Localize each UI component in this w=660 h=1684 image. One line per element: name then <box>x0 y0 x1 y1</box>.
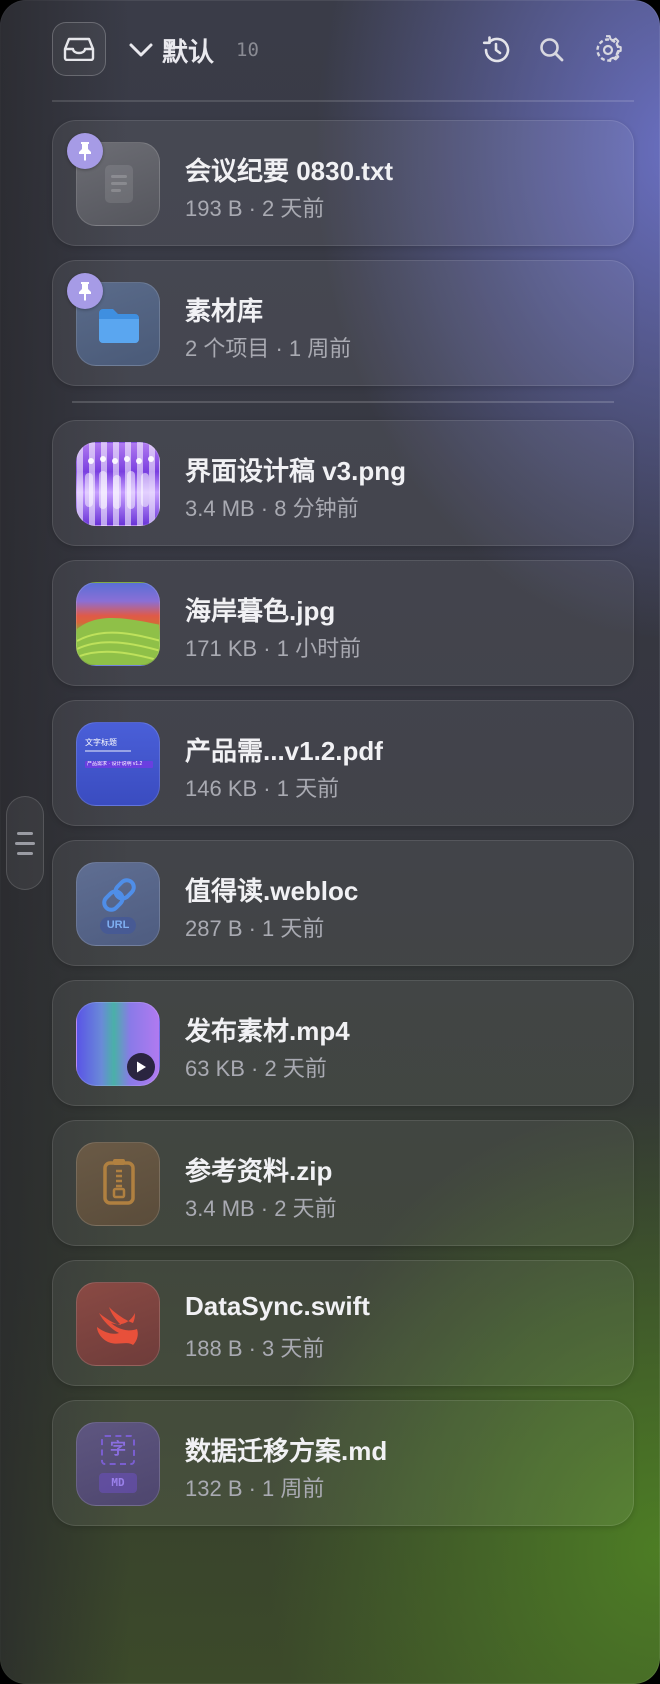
pinned-divider <box>72 401 614 403</box>
pin-icon <box>67 133 103 169</box>
link-icon: URL <box>76 862 160 946</box>
history-icon <box>482 36 510 63</box>
group-name: 默认 <box>162 36 215 67</box>
header-divider <box>52 100 634 102</box>
list-item[interactable]: 字 MD 数据迁移方案.md 132 B · 1 周前 <box>52 1400 634 1526</box>
settings-button[interactable] <box>590 32 626 68</box>
pdf-thumb-line: 产品需求 · 设计说明 v1.2 <box>87 761 143 767</box>
markdown-icon: 字 MD <box>76 1422 160 1506</box>
list-item[interactable]: URL 值得读.webloc 287 B · 1 天前 <box>52 840 634 966</box>
item-name: 海岸暮色.jpg <box>185 596 336 626</box>
list-item[interactable]: 界面设计稿 v3.png 3.4 MB · 8 分钟前 <box>52 420 634 546</box>
list-item[interactable]: 文字标题 产品需求 · 设计说明 v1.2 产品需...v1.2.pdf 146… <box>52 700 634 826</box>
inbox-button[interactable] <box>52 22 106 76</box>
gear-icon <box>596 35 622 63</box>
play-icon <box>127 1053 155 1081</box>
history-button[interactable] <box>478 32 514 68</box>
item-meta: 193 B · 2 天前 <box>185 196 325 221</box>
list-item[interactable]: 发布素材.mp4 63 KB · 2 天前 <box>52 980 634 1106</box>
pin-icon <box>67 273 103 309</box>
swift-icon <box>76 1282 160 1366</box>
shelf-panel: 默认 10 会议纪要 0830.txt 193 B · 2 天前 素材库 2 个… <box>0 0 660 1684</box>
group-selector[interactable]: 默认 10 <box>128 30 259 70</box>
item-meta: 188 B · 3 天前 <box>185 1336 325 1361</box>
item-name: 会议纪要 0830.txt <box>185 156 394 186</box>
zip-icon <box>76 1142 160 1226</box>
item-meta: 132 B · 1 周前 <box>185 1476 325 1501</box>
item-name: 值得读.webloc <box>185 876 359 906</box>
item-name: 数据迁移方案.md <box>185 1436 388 1466</box>
markdown-glyph: 字 <box>101 1435 135 1465</box>
item-meta: 287 B · 1 天前 <box>185 916 325 941</box>
pdf-thumbnail: 文字标题 产品需求 · 设计说明 v1.2 <box>76 722 160 806</box>
list-item[interactable]: 会议纪要 0830.txt 193 B · 2 天前 <box>52 120 634 246</box>
list-item[interactable]: 素材库 2 个项目 · 1 周前 <box>52 260 634 386</box>
item-meta: 3.4 MB · 2 天前 <box>185 1196 337 1221</box>
item-name: 素材库 <box>185 296 264 326</box>
group-count: 10 <box>236 39 259 61</box>
pdf-thumb-rule <box>85 750 131 752</box>
item-meta: 3.4 MB · 8 分钟前 <box>185 496 359 521</box>
video-thumbnail <box>76 1002 160 1086</box>
item-meta: 2 个项目 · 1 周前 <box>185 336 352 361</box>
chevron-down-icon <box>129 43 153 57</box>
list-item[interactable]: 参考资料.zip 3.4 MB · 2 天前 <box>52 1120 634 1246</box>
item-name: 界面设计稿 v3.png <box>185 456 407 486</box>
item-name: 产品需...v1.2.pdf <box>185 736 383 766</box>
image-thumbnail <box>76 442 160 526</box>
image-thumbnail <box>76 582 160 666</box>
markdown-label: MD <box>99 1473 137 1493</box>
item-meta: 146 KB · 1 天前 <box>185 776 340 801</box>
url-label: URL <box>100 917 136 934</box>
item-meta: 63 KB · 2 天前 <box>185 1056 327 1081</box>
item-meta: 171 KB · 1 小时前 <box>185 636 362 661</box>
item-name: DataSync.swift <box>185 1291 370 1321</box>
search-icon <box>540 38 564 62</box>
header: 默认 10 <box>0 0 660 100</box>
item-name: 参考资料.zip <box>185 1156 333 1186</box>
drag-handle[interactable] <box>6 796 44 890</box>
pdf-thumb-title: 文字标题 <box>85 738 117 747</box>
list-item[interactable]: DataSync.swift 188 B · 3 天前 <box>52 1260 634 1386</box>
search-button[interactable] <box>534 32 570 68</box>
inbox-icon <box>63 37 95 61</box>
list-item[interactable]: 海岸暮色.jpg 171 KB · 1 小时前 <box>52 560 634 686</box>
pdf-thumb-highlight: 产品需求 · 设计说明 v1.2 <box>85 761 153 768</box>
item-name: 发布素材.mp4 <box>185 1016 350 1046</box>
